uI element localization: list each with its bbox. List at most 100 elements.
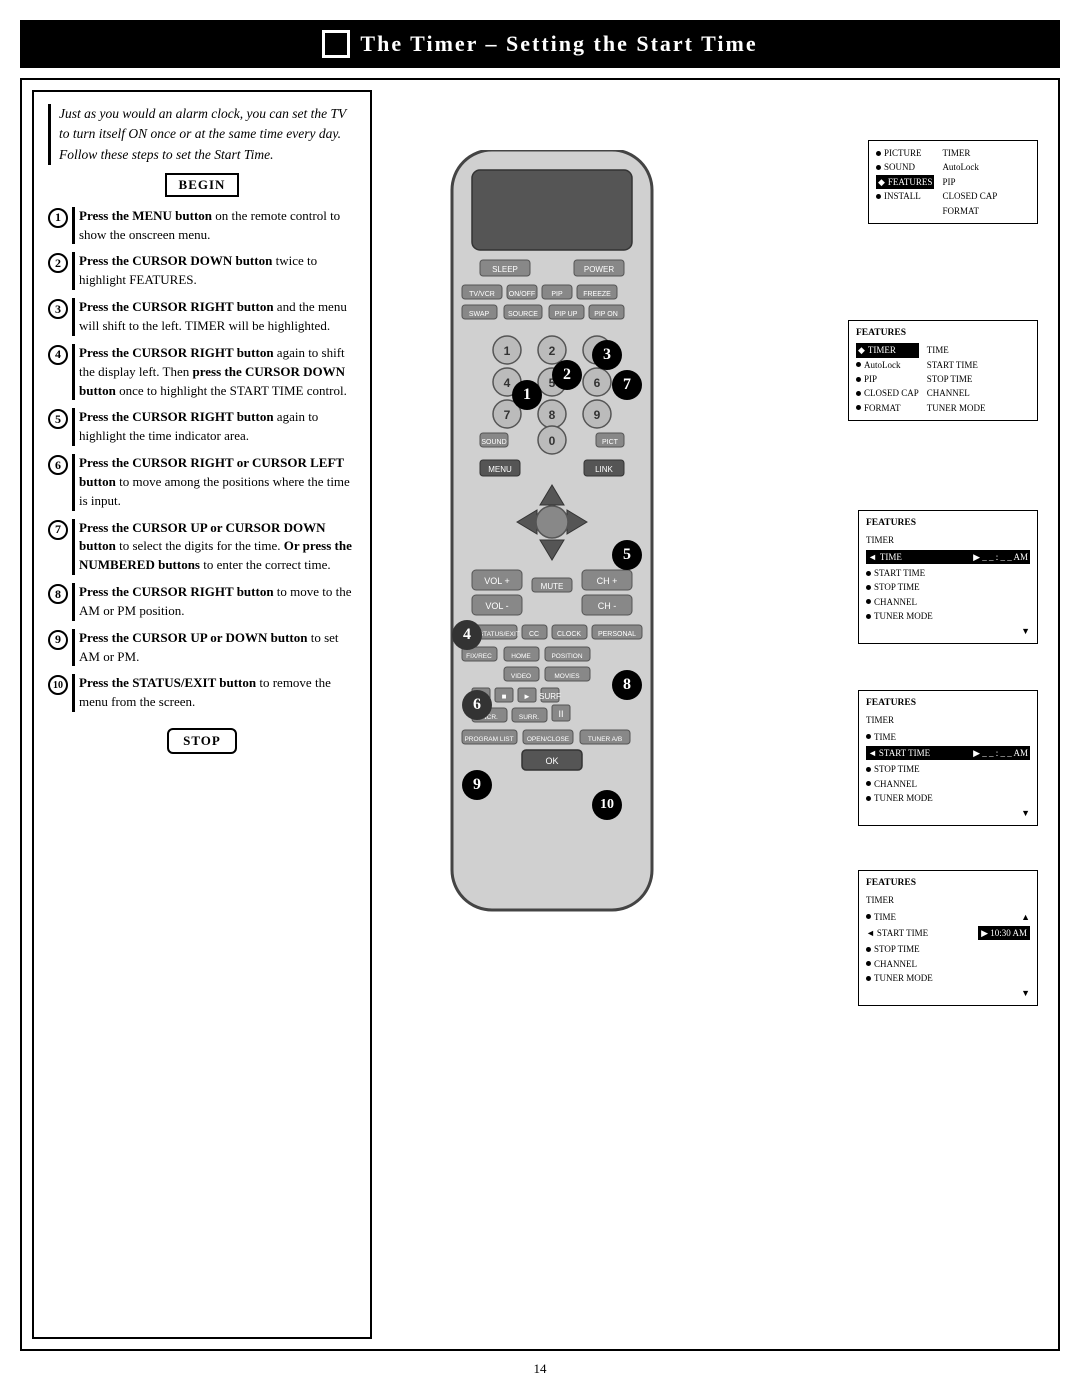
screen-item-starttime-r: START TIME bbox=[927, 358, 986, 372]
svg-text:MUTE: MUTE bbox=[541, 582, 564, 591]
dot-sound bbox=[876, 165, 881, 170]
step-divider-7 bbox=[72, 519, 75, 576]
step-10: 10 Press the STATUS/EXIT button to remov… bbox=[48, 674, 356, 712]
step-number-5: 5 bbox=[48, 409, 68, 429]
screen-item-tunermode-3: TUNER MODE bbox=[866, 609, 1030, 623]
dot-install bbox=[876, 194, 881, 199]
svg-text:VIDEO: VIDEO bbox=[511, 673, 531, 680]
step-divider-2 bbox=[72, 252, 75, 290]
svg-text:SURF: SURF bbox=[539, 692, 561, 701]
screen-item-channel-r: CHANNEL bbox=[927, 386, 986, 400]
screen-item-timer: TIMER bbox=[942, 146, 997, 160]
screen-box-2-content: ◆ TIMER AutoLock PIP bbox=[856, 343, 1030, 415]
step-text-7: Press the CURSOR UP or CURSOR DOWN butto… bbox=[79, 519, 356, 576]
screen-box-2: FEATURES ◆ TIMER AutoLock bbox=[848, 320, 1038, 421]
step-3: 3 Press the CURSOR RIGHT button and the … bbox=[48, 298, 356, 336]
screen-item-stoptime-3: STOP TIME bbox=[866, 580, 1030, 594]
screen-box-3: FEATURES TIMER ◄ TIME ▶ _ _ : _ _ AM STA… bbox=[858, 510, 1038, 644]
screen-item-closedcap: CLOSED CAP bbox=[942, 189, 997, 203]
callout-5: 5 bbox=[612, 540, 642, 570]
screen-box-2-right: TIME START TIME STOP TIME CHANNEL TUNER … bbox=[927, 343, 986, 415]
svg-text:PROGRAM LIST: PROGRAM LIST bbox=[464, 736, 513, 743]
callout-4: 4 bbox=[452, 620, 482, 650]
step-text-1: Press the MENU button on the remote cont… bbox=[79, 207, 356, 245]
step-text-8: Press the CURSOR RIGHT button to move to… bbox=[79, 583, 356, 621]
svg-text:■: ■ bbox=[502, 692, 507, 701]
step-divider-8 bbox=[72, 583, 75, 621]
screen-item-tunermode-r: TUNER MODE bbox=[927, 401, 986, 415]
screen-item-tunermode-4: TUNER MODE bbox=[866, 791, 1030, 805]
step-text-6: Press the CURSOR RIGHT or CURSOR LEFT bu… bbox=[79, 454, 356, 511]
step-number-3: 3 bbox=[48, 299, 68, 319]
svg-text:CH -: CH - bbox=[598, 601, 617, 611]
svg-text:CC: CC bbox=[529, 631, 539, 638]
svg-text:LINK: LINK bbox=[595, 465, 613, 474]
svg-text:►: ► bbox=[523, 692, 531, 701]
screen-item-channel-5: CHANNEL bbox=[866, 957, 1030, 971]
title-bar: The Timer – Setting the Start Time bbox=[20, 20, 1060, 68]
svg-text:PIP: PIP bbox=[551, 291, 563, 298]
svg-text:PICT: PICT bbox=[602, 439, 619, 446]
step-text-10: Press the STATUS/EXIT button to remove t… bbox=[79, 674, 356, 712]
svg-text:PIP UP: PIP UP bbox=[555, 311, 578, 318]
step-5: 5 Press the CURSOR RIGHT button again to… bbox=[48, 408, 356, 446]
svg-text:POSITION: POSITION bbox=[551, 653, 582, 660]
svg-text:2: 2 bbox=[549, 344, 556, 358]
screen-box-3-sub: TIMER bbox=[866, 533, 1030, 547]
remote-control: SLEEP POWER TV/VCR ON/OFF PIP FREEZE bbox=[432, 150, 712, 930]
svg-text:SOURCE: SOURCE bbox=[508, 311, 538, 318]
instructions-panel: Just as you would an alarm clock, you ca… bbox=[32, 90, 372, 1339]
step-divider-10 bbox=[72, 674, 75, 712]
svg-text:II: II bbox=[558, 709, 563, 719]
screen-box-1-left: PICTURE SOUND ◆ FEATURES bbox=[876, 146, 934, 218]
intro-text: Just as you would an alarm clock, you ca… bbox=[48, 104, 356, 165]
step-text-4: Press the CURSOR RIGHT button again to s… bbox=[79, 344, 356, 401]
title-square-icon bbox=[322, 30, 350, 58]
step-number-4: 4 bbox=[48, 345, 68, 365]
step-6: 6 Press the CURSOR RIGHT or CURSOR LEFT … bbox=[48, 454, 356, 511]
screen-item-features-active: ◆ FEATURES bbox=[876, 175, 934, 189]
screen-item-autolock-2: AutoLock bbox=[856, 358, 919, 372]
step-number-6: 6 bbox=[48, 455, 68, 475]
step-text-9: Press the CURSOR UP or DOWN button to se… bbox=[79, 629, 356, 667]
svg-text:PIP ON: PIP ON bbox=[594, 311, 618, 318]
svg-text:HOME: HOME bbox=[511, 653, 531, 660]
page-title: The Timer – Setting the Start Time bbox=[360, 31, 757, 57]
callout-2: 2 bbox=[552, 360, 582, 390]
step-divider-6 bbox=[72, 454, 75, 511]
screen-item-closedcap-2: CLOSED CAP bbox=[856, 386, 919, 400]
svg-text:6: 6 bbox=[594, 376, 601, 390]
screen-item-time-r: TIME bbox=[927, 343, 986, 357]
svg-text:4: 4 bbox=[504, 376, 511, 390]
svg-text:7: 7 bbox=[504, 408, 511, 422]
screen-item-autolock: AutoLock bbox=[942, 160, 997, 174]
screen-item-starttime-5: ◄ START TIME ▶ 10:30 AM bbox=[866, 926, 1030, 940]
begin-box: BEGIN bbox=[165, 173, 240, 197]
svg-text:SLEEP: SLEEP bbox=[492, 265, 518, 274]
stop-box: STOP bbox=[167, 728, 237, 754]
screen-box-1: PICTURE SOUND ◆ FEATURES bbox=[868, 140, 1038, 224]
screen-box-4: FEATURES TIMER TIME ◄ START TIME ▶ _ _ :… bbox=[858, 690, 1038, 826]
screen-item-time-active: ◄ TIME ▶ _ _ : _ _ AM bbox=[866, 550, 1030, 564]
screen-box-1-right: TIMER AutoLock PIP CLOSED CAP FORMAT bbox=[942, 146, 997, 218]
step-number-9: 9 bbox=[48, 630, 68, 650]
svg-text:CH +: CH + bbox=[597, 576, 618, 586]
remote-area: SLEEP POWER TV/VCR ON/OFF PIP FREEZE bbox=[382, 90, 1048, 1339]
svg-text:POWER: POWER bbox=[584, 265, 614, 274]
step-text-2: Press the CURSOR DOWN button twice to hi… bbox=[79, 252, 356, 290]
step-9: 9 Press the CURSOR UP or DOWN button to … bbox=[48, 629, 356, 667]
screen-item-pip: PIP bbox=[942, 175, 997, 189]
step-divider-9 bbox=[72, 629, 75, 667]
step-divider-5 bbox=[72, 408, 75, 446]
screen-item-time-5: TIME ▲ bbox=[866, 910, 1030, 924]
screen-item-channel-3: CHANNEL bbox=[866, 595, 1030, 609]
screen-item-time-4: TIME bbox=[866, 730, 1030, 744]
screen-item-timer-active: ◆ TIMER bbox=[856, 343, 919, 357]
main-content: Just as you would an alarm clock, you ca… bbox=[20, 78, 1060, 1351]
screen-item-format-2: FORMAT bbox=[856, 401, 919, 415]
step-number-2: 2 bbox=[48, 253, 68, 273]
callout-1: 1 bbox=[512, 380, 542, 410]
svg-text:VOL +: VOL + bbox=[484, 576, 509, 586]
svg-text:PERSONAL: PERSONAL bbox=[598, 631, 636, 638]
svg-text:OPEN/CLOSE: OPEN/CLOSE bbox=[527, 736, 570, 743]
